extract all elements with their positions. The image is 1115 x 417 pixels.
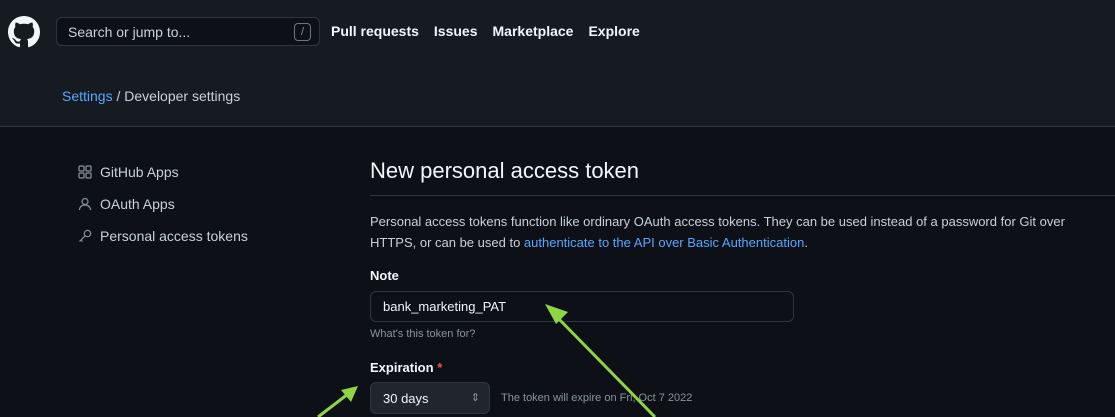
expiration-selected-value: 30 days: [383, 391, 429, 406]
arrow-to-expiration-select: [317, 386, 358, 417]
expiration-label-text: Expiration: [370, 360, 434, 375]
breadcrumb: Settings / Developer settings: [62, 88, 240, 104]
expiration-select[interactable]: 30 days ⇕: [370, 382, 490, 414]
apps-grid-icon: [78, 165, 92, 179]
required-mark: *: [437, 360, 443, 375]
breadcrumb-current: Developer settings: [124, 88, 241, 104]
search-shortcut-key: /: [294, 23, 311, 41]
basic-auth-link[interactable]: authenticate to the API over Basic Authe…: [524, 235, 804, 250]
nav-marketplace[interactable]: Marketplace: [493, 23, 574, 39]
nav-explore[interactable]: Explore: [588, 23, 639, 39]
sidebar-item-oauth-apps[interactable]: OAuth Apps: [78, 196, 175, 212]
expiration-info: The token will expire on Fri, Oct 7 2022: [501, 392, 693, 404]
page-title: New personal access token: [370, 158, 640, 183]
person-icon: [78, 197, 92, 211]
github-logo-icon[interactable]: [8, 16, 40, 48]
breadcrumb-separator: /: [116, 88, 121, 104]
description-end: .: [804, 235, 808, 250]
sidebar-item-label: Personal access tokens: [100, 228, 248, 244]
nav-issues[interactable]: Issues: [434, 23, 478, 39]
note-label: Note: [370, 268, 399, 283]
token-description: Personal access tokens function like ord…: [370, 211, 1100, 253]
sidebar-item-github-apps[interactable]: GitHub Apps: [78, 164, 179, 180]
select-caret-icon: ⇕: [470, 392, 480, 404]
note-hint: What's this token for?: [370, 328, 476, 340]
search-input[interactable]: Search or jump to... /: [56, 17, 320, 46]
sidebar-item-label: GitHub Apps: [100, 164, 179, 180]
expiration-label: Expiration *: [370, 360, 442, 375]
nav-pull-requests[interactable]: Pull requests: [331, 23, 419, 39]
title-divider: [370, 195, 1115, 196]
search-placeholder: Search or jump to...: [68, 24, 191, 40]
note-input[interactable]: [370, 291, 794, 322]
main-nav: Pull requests Issues Marketplace Explore: [331, 23, 640, 39]
sidebar-item-personal-access-tokens[interactable]: Personal access tokens: [78, 228, 248, 244]
breadcrumb-bar: Settings / Developer settings: [0, 62, 1115, 127]
breadcrumb-settings-link[interactable]: Settings: [62, 88, 113, 104]
key-icon: [79, 229, 92, 242]
top-header: Search or jump to... / Pull requests Iss…: [0, 0, 1115, 62]
sidebar-item-label: OAuth Apps: [100, 196, 175, 212]
